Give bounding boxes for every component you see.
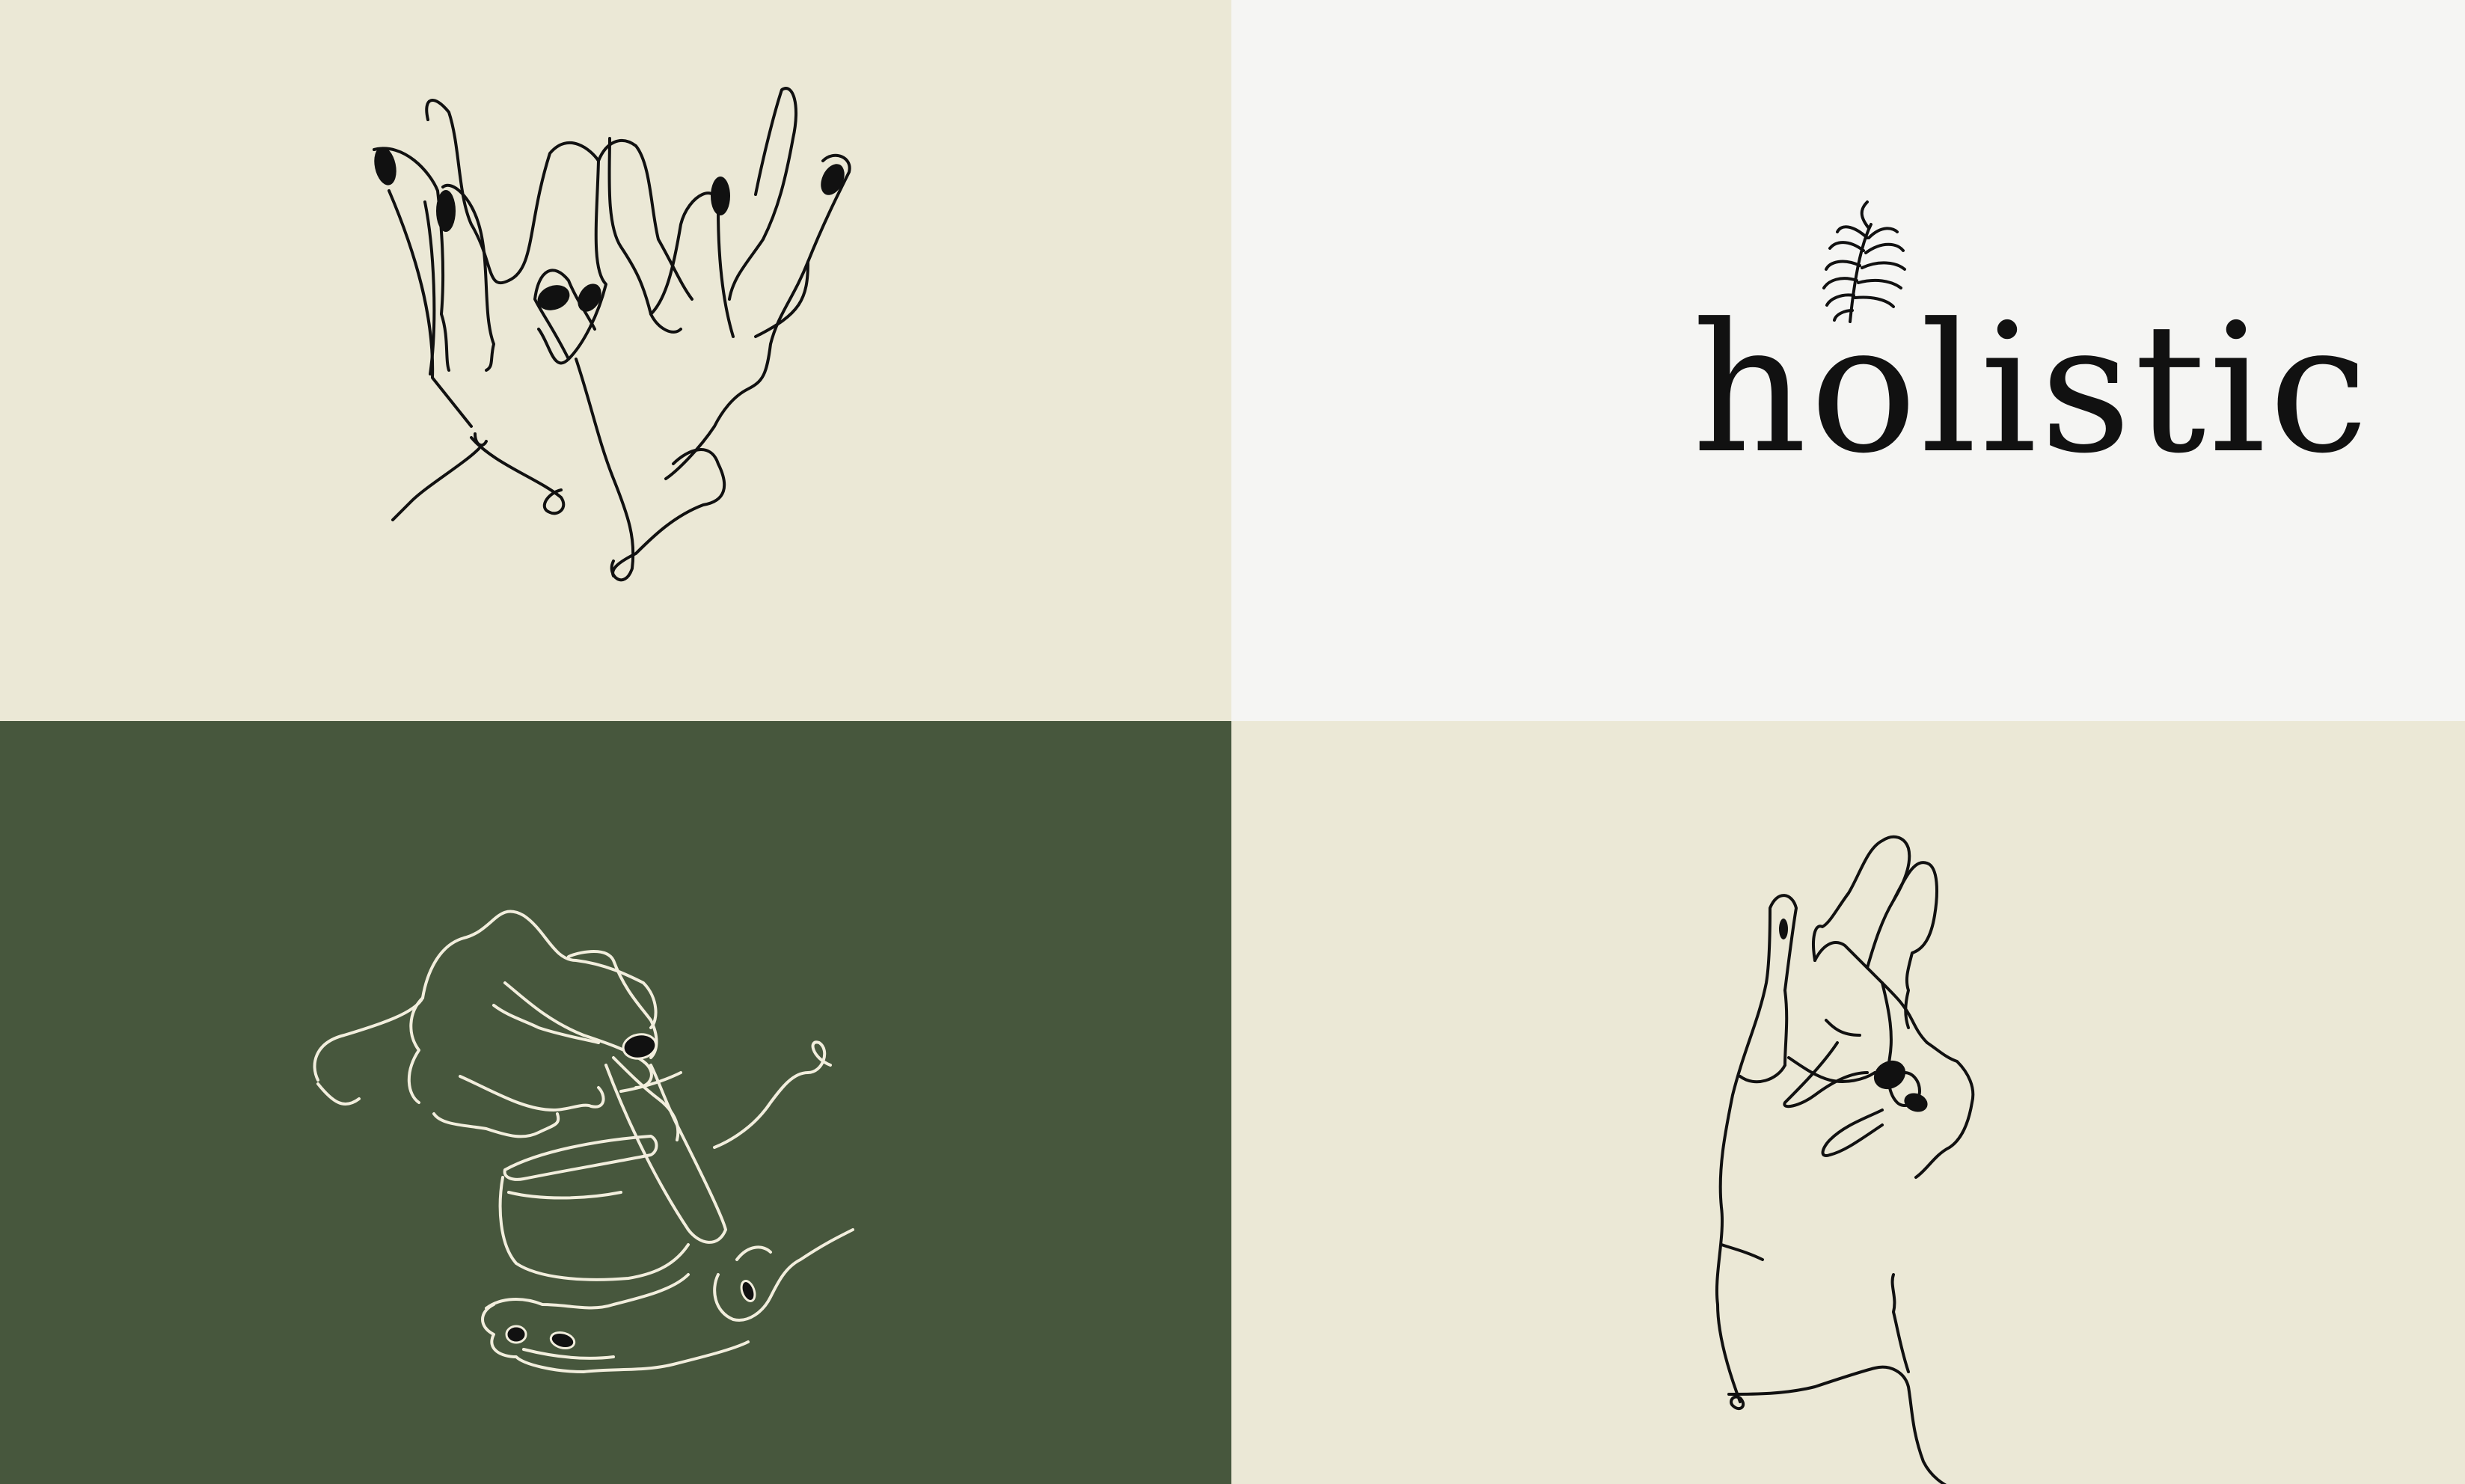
panel-mortar-pestle xyxy=(0,721,1231,1484)
panel-logo: holistic studio xyxy=(1231,0,2465,721)
panel-hand-mudra xyxy=(1231,721,2465,1484)
logo-wordmark: holistic xyxy=(1692,286,2371,493)
hand-with-mortar-and-pestle-icon xyxy=(313,910,854,1373)
hand-mudra-gesture-icon xyxy=(1715,835,1975,1484)
two-hands-fingers-interlocked-icon xyxy=(373,87,851,582)
holistic-logo: holistic studio xyxy=(1692,200,2371,493)
panel-two-hands xyxy=(0,0,1231,721)
